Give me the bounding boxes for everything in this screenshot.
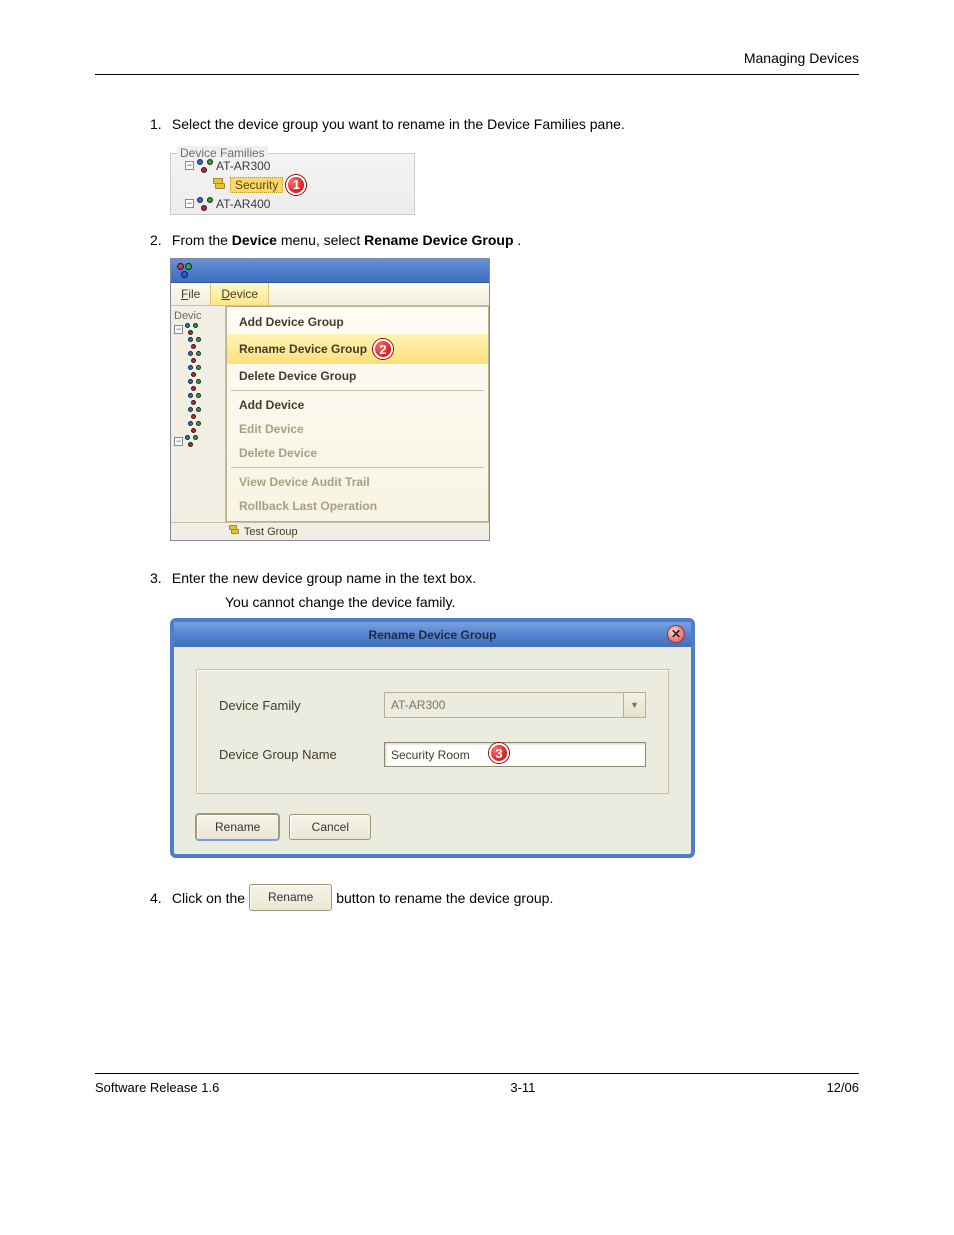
rename-dialog: Rename Device Group ✕ Device Family AT-A…	[170, 618, 695, 858]
device-family-select: AT-AR300 ▼	[384, 692, 646, 718]
figure-menu: File Device Devic − − Add Device Group R…	[170, 258, 490, 541]
cancel-button[interactable]: Cancel	[289, 814, 371, 840]
tree-row-clipped: Test Group	[171, 522, 489, 540]
step-3: 3. Enter the new device group name in th…	[150, 569, 859, 612]
figure-tree: Device Families − AT-AR300 Security 1 −	[170, 153, 415, 215]
device-icon	[188, 365, 201, 377]
menu-add-device[interactable]: Add Device	[227, 393, 488, 417]
select-value: AT-AR300	[391, 698, 445, 712]
page-footer: Software Release 1.6 3-11 12/06	[95, 1073, 859, 1095]
menu-device[interactable]: Device	[210, 283, 269, 305]
tree-toggle-icon[interactable]: −	[174, 437, 183, 446]
step-1: 1. Select the device group you want to r…	[150, 115, 859, 135]
step-2-b1: Device	[232, 232, 277, 248]
step-2-t3: .	[517, 232, 521, 248]
footer-divider	[95, 1073, 859, 1074]
tree-pane-clip: Devic − −	[171, 306, 226, 522]
tree-node-ar400[interactable]: − AT-AR400	[177, 196, 408, 212]
step-4-pre: Click on the	[172, 890, 245, 906]
tree-label-selected: Security	[230, 177, 283, 193]
header-divider	[95, 74, 859, 75]
menu-add-device-group[interactable]: Add Device Group	[227, 310, 488, 334]
tree-node-ar300[interactable]: − AT-AR300	[177, 158, 408, 174]
dialog-titlebar: Rename Device Group ✕	[174, 622, 691, 647]
device-family-icon	[197, 159, 213, 173]
step-2-t2: menu, select	[281, 232, 364, 248]
device-group-icon	[229, 525, 241, 535]
window-titlebar	[171, 259, 489, 283]
tree-node-security[interactable]: Security 1	[177, 174, 408, 196]
menubar: File Device	[171, 283, 489, 306]
chevron-down-icon: ▼	[623, 693, 645, 717]
menu-delete-device-group[interactable]: Delete Device Group	[227, 364, 488, 388]
step-3-text: Enter the new device group name in the t…	[172, 570, 476, 586]
tree-toggle-icon[interactable]: −	[174, 325, 183, 334]
device-menu-dropdown: Add Device Group Rename Device Group 2 D…	[226, 306, 489, 522]
tree-toggle-icon[interactable]: −	[185, 199, 194, 208]
step-2-t1: From the	[172, 232, 232, 248]
step-1-text: Select the device group you want to rena…	[172, 116, 625, 132]
app-icon	[177, 263, 192, 278]
tree-toggle-icon[interactable]: −	[185, 161, 194, 170]
device-icon	[188, 337, 201, 349]
device-icon	[188, 393, 201, 405]
footer-page-number: 3-11	[510, 1080, 535, 1095]
callout-badge-1: 1	[286, 175, 306, 195]
step-4: 4. Click on the Rename button to rename …	[150, 886, 859, 913]
step-3-cont: You cannot change the device family.	[225, 593, 859, 613]
device-family-icon	[197, 197, 213, 211]
rename-button[interactable]: Rename	[196, 814, 279, 840]
menu-item-label: Rename Device Group	[239, 342, 367, 356]
callout-badge-2: 2	[373, 339, 393, 359]
step-2-b2: Rename Device Group	[364, 232, 513, 248]
tree-pane-legend: Devic	[174, 310, 222, 322]
footer-left: Software Release 1.6	[95, 1080, 219, 1095]
close-icon[interactable]: ✕	[667, 625, 685, 643]
tree-label: Test Group	[244, 526, 298, 538]
device-icon	[188, 351, 201, 363]
label-device-group-name: Device Group Name	[219, 747, 384, 762]
menu-view-audit: View Device Audit Trail	[227, 470, 488, 494]
dialog-title: Rename Device Group	[368, 628, 496, 642]
step-3-num: 3.	[150, 569, 168, 589]
menu-edit-device: Edit Device	[227, 417, 488, 441]
page-header-right: Managing Devices	[95, 50, 859, 66]
device-icon	[188, 407, 201, 419]
step-4-num: 4.	[150, 889, 168, 909]
tree-label: AT-AR300	[216, 159, 270, 173]
menu-rollback: Rollback Last Operation	[227, 494, 488, 518]
menu-separator	[231, 467, 484, 468]
dialog-panel: Device Family AT-AR300 ▼ Device Group Na…	[196, 669, 669, 794]
tree-label: AT-AR400	[216, 197, 270, 211]
menu-delete-device: Delete Device	[227, 441, 488, 465]
step-4-post: button to rename the device group.	[336, 890, 553, 906]
label-device-family: Device Family	[219, 698, 384, 713]
device-group-icon	[213, 178, 227, 192]
inline-rename-button: Rename	[249, 884, 332, 911]
footer-right: 12/06	[826, 1080, 859, 1095]
step-1-num: 1.	[150, 115, 168, 135]
step-2-num: 2.	[150, 231, 168, 251]
device-group-name-input[interactable]	[384, 742, 646, 767]
device-family-icon	[185, 435, 198, 447]
device-icon	[188, 379, 201, 391]
menu-file[interactable]: File	[171, 283, 210, 305]
device-icon	[188, 421, 201, 433]
menu-rename-device-group[interactable]: Rename Device Group 2	[227, 334, 488, 364]
menu-separator	[231, 390, 484, 391]
step-2: 2. From the Device menu, select Rename D…	[150, 231, 859, 251]
device-family-icon	[185, 323, 198, 335]
